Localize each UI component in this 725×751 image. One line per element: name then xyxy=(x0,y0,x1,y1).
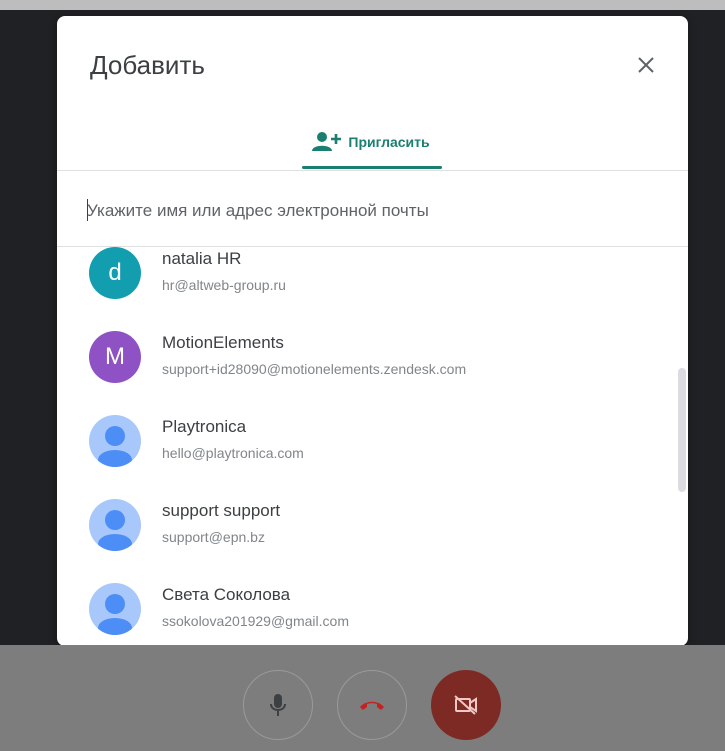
contact-item[interactable]: support support support@epn.bz xyxy=(57,485,688,569)
contact-name: Света Соколова xyxy=(162,585,291,604)
microphone-button[interactable] xyxy=(243,670,313,740)
contact-email: hr@altweb-group.ru xyxy=(162,277,286,293)
person-icon xyxy=(98,510,132,551)
close-button[interactable] xyxy=(631,50,661,80)
contact-email: support@epn.bz xyxy=(162,529,265,545)
tab-active-indicator xyxy=(302,166,442,169)
search-input[interactable] xyxy=(87,198,647,224)
contact-list: d natalia HR hr@altweb-group.ru M Motion… xyxy=(57,247,688,646)
avatar-letter: M xyxy=(105,343,125,370)
add-person-icon xyxy=(312,132,342,151)
avatar xyxy=(89,415,141,467)
contact-name: Playtronica xyxy=(162,417,247,436)
avatar xyxy=(89,583,141,635)
contact-email: support+id28090@motionelements.zendesk.c… xyxy=(162,361,467,377)
contact-item[interactable]: d natalia HR hr@altweb-group.ru xyxy=(57,247,688,317)
person-icon xyxy=(98,426,132,467)
avatar-letter: d xyxy=(108,259,122,286)
contact-name: support support xyxy=(162,501,281,520)
contact-name: MotionElements xyxy=(162,333,284,352)
avatar: d xyxy=(89,247,141,299)
tab-invite-label: Пригласить xyxy=(348,134,430,150)
contact-item[interactable]: Света Соколова ssokolova201929@gmail.com xyxy=(57,569,688,646)
person-icon xyxy=(98,594,132,635)
hang-up-icon xyxy=(360,701,384,710)
avatar: M xyxy=(89,331,141,383)
camera-toggle-button[interactable] xyxy=(431,670,501,740)
contact-item[interactable]: Playtronica hello@playtronica.com xyxy=(57,401,688,485)
tab-invite[interactable]: Пригласить xyxy=(302,124,440,170)
camera-off-icon xyxy=(454,695,477,715)
window-top-strip xyxy=(0,0,725,10)
call-controls-bar xyxy=(0,645,725,751)
contact-name: natalia HR xyxy=(162,249,242,268)
hang-up-button[interactable] xyxy=(337,670,407,740)
scrollbar-thumb[interactable] xyxy=(678,368,686,492)
text-cursor xyxy=(87,199,88,221)
close-icon xyxy=(638,57,654,73)
contact-item[interactable]: M MotionElements support+id28090@motione… xyxy=(57,317,688,401)
divider xyxy=(57,170,688,171)
add-people-dialog: Добавить Пригласить d natalia HR hr@altw… xyxy=(57,16,688,646)
microphone-icon xyxy=(270,694,286,716)
contact-email: ssokolova201929@gmail.com xyxy=(162,613,349,629)
avatar xyxy=(89,499,141,551)
contact-email: hello@playtronica.com xyxy=(162,445,304,461)
dialog-title: Добавить xyxy=(90,50,205,80)
